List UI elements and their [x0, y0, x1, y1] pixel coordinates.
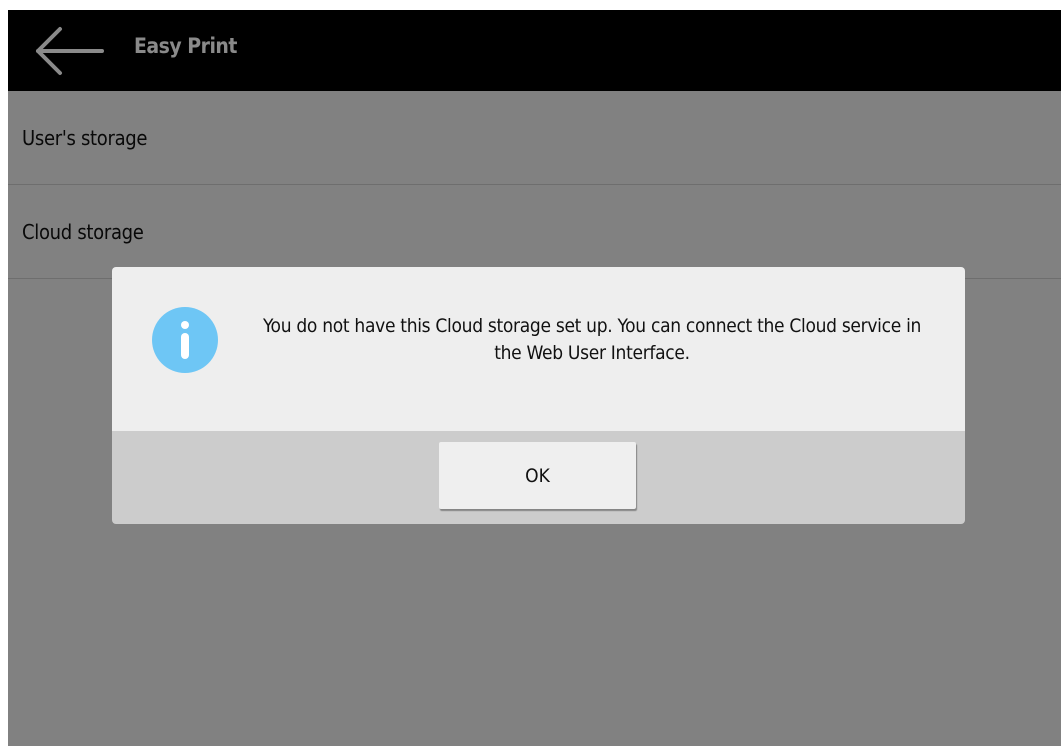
info-dialog: You do not have this Cloud storage set u…: [112, 267, 965, 524]
dialog-body: You do not have this Cloud storage set u…: [112, 267, 965, 431]
info-icon: [152, 307, 218, 373]
ok-button[interactable]: OK: [439, 442, 636, 509]
dialog-footer: OK: [112, 431, 965, 524]
easy-print-screen: Easy Print User's storage Cloud storage …: [8, 10, 1061, 746]
dialog-message: You do not have this Cloud storage set u…: [262, 315, 922, 364]
